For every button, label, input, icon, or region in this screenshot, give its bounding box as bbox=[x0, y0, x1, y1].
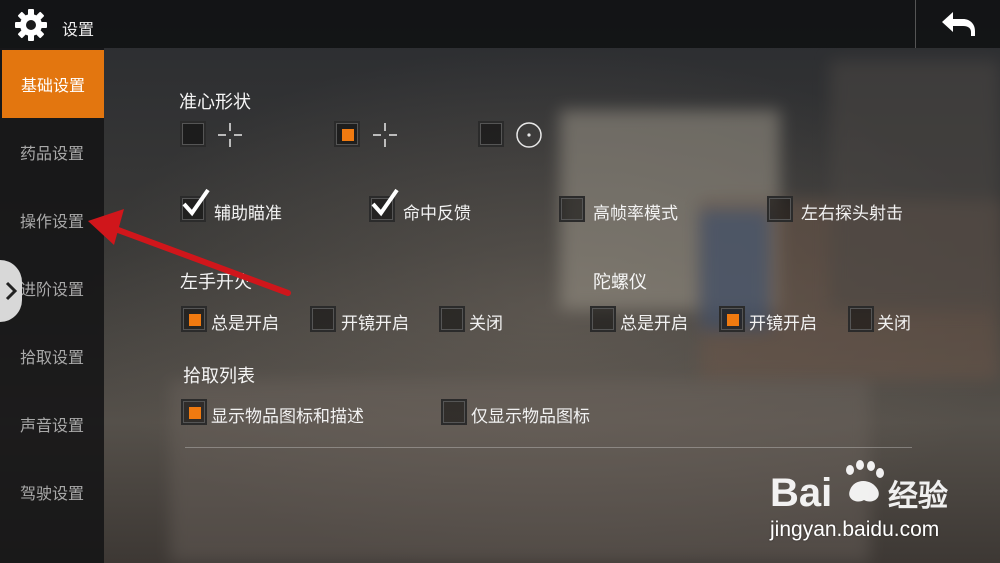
top-bar: 设置 bbox=[0, 0, 1000, 48]
gear-icon bbox=[15, 9, 47, 41]
selected-indicator bbox=[189, 407, 201, 419]
hit-feedback-checkbox[interactable] bbox=[369, 188, 399, 222]
crosshair-cross-icon bbox=[373, 123, 397, 147]
divider bbox=[915, 0, 916, 48]
watermark-url: jingyan.baidu.com bbox=[770, 518, 940, 541]
crosshair-option-2-checkbox[interactable] bbox=[334, 121, 360, 147]
hit-feedback-label: 命中反馈 bbox=[403, 204, 471, 224]
left-fire-off-radio[interactable] bbox=[439, 306, 465, 332]
gyro-scope-radio[interactable] bbox=[719, 306, 745, 332]
peek-fire-checkbox[interactable] bbox=[767, 196, 793, 222]
high-fps-label: 高帧率模式 bbox=[593, 204, 678, 224]
pickup-icon-desc-label: 显示物品图标和描述 bbox=[211, 407, 364, 427]
sidebar-item-driving[interactable]: 驾驶设置 bbox=[0, 458, 104, 526]
selected-indicator bbox=[727, 314, 739, 326]
page-title: 设置 bbox=[62, 20, 95, 39]
left-fire-scope-radio[interactable] bbox=[310, 306, 336, 332]
left-fire-always-label: 总是开启 bbox=[211, 314, 279, 334]
peek-fire-label: 左右探头射击 bbox=[801, 204, 903, 224]
crosshair-dot-circle-icon bbox=[516, 122, 542, 148]
left-fire-always-radio[interactable] bbox=[181, 306, 207, 332]
baidu-watermark-logo: Bai 经验 bbox=[770, 460, 948, 515]
sidebar-item-basic[interactable]: 基础设置 bbox=[2, 50, 104, 118]
annotation-arrow-icon bbox=[88, 209, 291, 296]
sidebar-item-sound[interactable]: 声音设置 bbox=[0, 390, 104, 458]
background-blur bbox=[830, 60, 1000, 310]
selected-indicator bbox=[189, 314, 201, 326]
pickup-icon-desc-radio[interactable] bbox=[181, 399, 207, 425]
gyro-off-label: 关闭 bbox=[877, 314, 911, 334]
gyro-scope-label: 开镜开启 bbox=[749, 314, 817, 334]
gyro-off-radio[interactable] bbox=[848, 306, 874, 332]
pickup-icon-only-radio[interactable] bbox=[441, 399, 467, 425]
svg-text:Bai: Bai bbox=[770, 471, 832, 515]
back-button[interactable] bbox=[924, 4, 992, 44]
checkmark-icon bbox=[371, 188, 399, 217]
left-fire-scope-label: 开镜开启 bbox=[341, 314, 409, 334]
high-fps-checkbox[interactable] bbox=[559, 196, 585, 222]
crosshair-option-3-checkbox[interactable] bbox=[478, 121, 504, 147]
crosshair-cross-icon bbox=[218, 123, 242, 147]
sidebar-item-medicine[interactable]: 药品设置 bbox=[0, 118, 104, 186]
pickup-list-title: 拾取列表 bbox=[183, 366, 255, 387]
crosshair-title: 准心形状 bbox=[179, 92, 251, 113]
selected-indicator bbox=[342, 129, 354, 141]
chevron-right-icon bbox=[5, 281, 18, 301]
crosshair-option-1-checkbox[interactable] bbox=[180, 121, 206, 147]
gyro-always-label: 总是开启 bbox=[620, 314, 688, 334]
pickup-icon-only-label: 仅显示物品图标 bbox=[471, 407, 590, 427]
gyro-always-radio[interactable] bbox=[590, 306, 616, 332]
gyroscope-title: 陀螺仪 bbox=[593, 272, 647, 293]
left-fire-off-label: 关闭 bbox=[469, 314, 503, 334]
divider bbox=[185, 447, 912, 448]
back-arrow-icon bbox=[942, 12, 975, 36]
sidebar-item-pickup[interactable]: 拾取设置 bbox=[0, 322, 104, 390]
svg-text:经验: 经验 bbox=[888, 479, 948, 514]
